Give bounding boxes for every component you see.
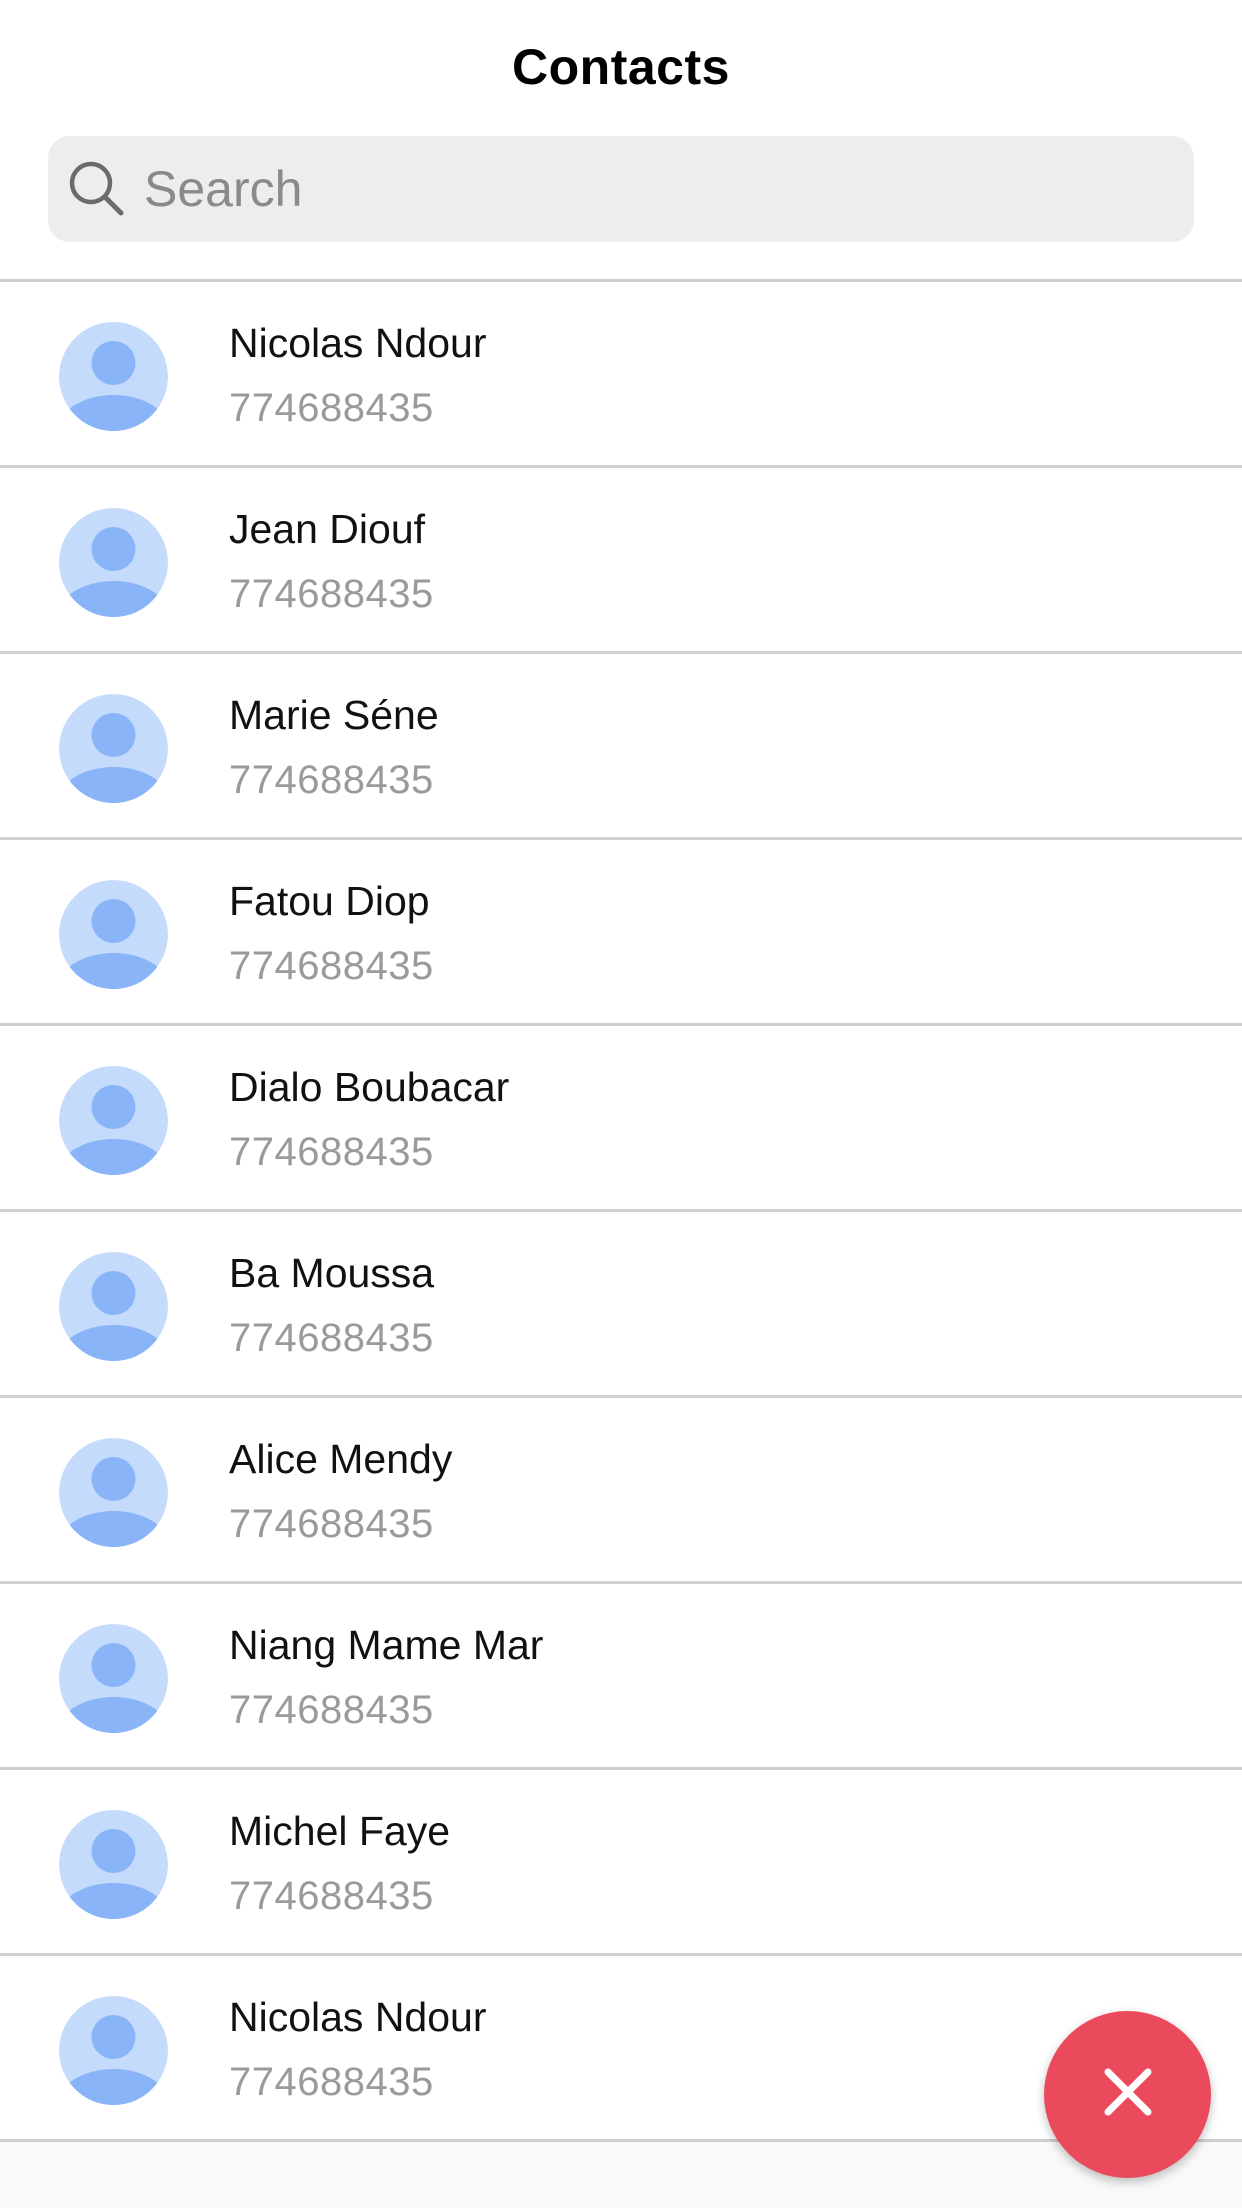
contact-name: Alice Mendy: [229, 1436, 453, 1482]
contact-row[interactable]: Michel Faye 774688435: [0, 1770, 1242, 1956]
avatar-icon: [59, 1438, 168, 1547]
contact-name: Jean Diouf: [229, 506, 426, 552]
contact-name: Michel Faye: [229, 1808, 451, 1854]
contact-name: Fatou Diop: [229, 878, 430, 924]
avatar-icon: [59, 1066, 168, 1175]
contact-phone: 774688435: [229, 572, 434, 616]
contact-name: Nicolas Ndour: [229, 1994, 487, 2040]
avatar-icon: [59, 1624, 168, 1733]
contact-row[interactable]: Marie Séne 774688435: [0, 654, 1242, 840]
avatar-icon: [59, 322, 168, 431]
contact-list: Nicolas Ndour 774688435 Jean Diouf 77468…: [0, 282, 1242, 2142]
contact-phone: 774688435: [229, 944, 434, 988]
contact-row[interactable]: Fatou Diop 774688435: [0, 840, 1242, 1026]
avatar-icon: [59, 508, 168, 617]
page-title: Contacts: [512, 39, 730, 95]
contact-row[interactable]: Niang Mame Mar 774688435: [0, 1584, 1242, 1770]
close-fab-button[interactable]: [1044, 2011, 1211, 2178]
contact-name: Ba Moussa: [229, 1250, 435, 1296]
close-icon: [1098, 2062, 1158, 2127]
contact-row[interactable]: Dialo Boubacar 774688435: [0, 1026, 1242, 1212]
search-bar[interactable]: [48, 136, 1194, 242]
contact-name: Nicolas Ndour: [229, 320, 487, 366]
search-icon: [68, 160, 126, 218]
avatar-icon: [59, 1252, 168, 1361]
contact-row[interactable]: Nicolas Ndour 774688435: [0, 282, 1242, 468]
avatar-icon: [59, 1996, 168, 2105]
contact-row[interactable]: Ba Moussa 774688435: [0, 1212, 1242, 1398]
contact-name: Marie Séne: [229, 692, 439, 738]
contact-phone: 774688435: [229, 1874, 434, 1918]
contact-phone: 774688435: [229, 1130, 434, 1174]
contact-phone: 774688435: [229, 758, 434, 802]
header: Contacts: [0, 0, 1242, 282]
search-input[interactable]: [144, 160, 1144, 218]
contact-phone: 774688435: [229, 1502, 434, 1546]
contact-row[interactable]: Alice Mendy 774688435: [0, 1398, 1242, 1584]
avatar-icon: [59, 694, 168, 803]
contact-phone: 774688435: [229, 1688, 434, 1732]
contact-row[interactable]: Jean Diouf 774688435: [0, 468, 1242, 654]
contact-phone: 774688435: [229, 386, 434, 430]
avatar-icon: [59, 1810, 168, 1919]
contact-name: Niang Mame Mar: [229, 1622, 544, 1668]
contacts-screen: Contacts Nicolas Ndour 774688435 Jean Di…: [0, 0, 1242, 2208]
contact-name: Dialo Boubacar: [229, 1064, 510, 1110]
contact-phone: 774688435: [229, 1316, 434, 1360]
avatar-icon: [59, 880, 168, 989]
contact-phone: 774688435: [229, 2060, 434, 2104]
